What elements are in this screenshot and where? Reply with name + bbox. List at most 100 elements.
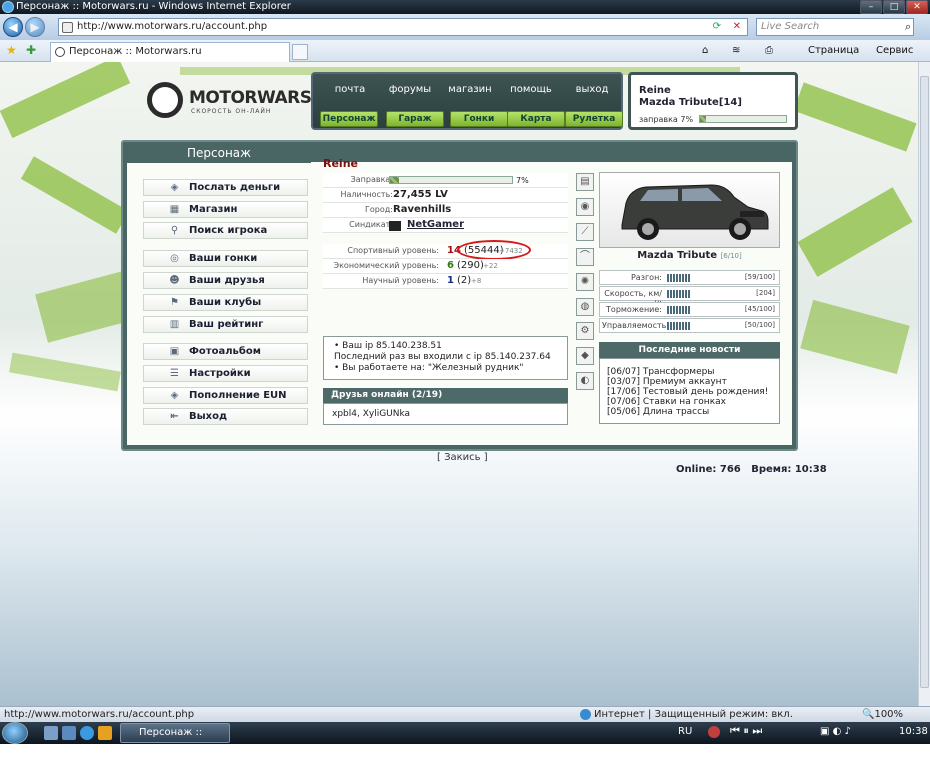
decor-splash (0, 62, 131, 139)
user-fuel-bar (699, 115, 787, 123)
spark-plug-icon[interactable]: ⟋ (576, 223, 594, 241)
minimize-button[interactable]: – (860, 0, 882, 14)
your-clubs-button[interactable]: ⚑ Ваши клубы (143, 294, 308, 311)
sport-level-row: Спортивный уровень: 14 (55444) +7432 (323, 240, 568, 260)
top-up-eun-button[interactable]: ◈ Пополнение EUN (143, 387, 308, 404)
brake-part-icon[interactable]: ◐ (576, 372, 594, 390)
user-name: Reine (639, 85, 671, 96)
print-icon[interactable]: ⎙ (765, 44, 773, 58)
search-icon[interactable]: ⌕ (905, 20, 911, 34)
econ-points: (290) (457, 260, 484, 271)
bookmark-link[interactable]: [ Закись ] (437, 452, 488, 463)
stat-value: [204] (756, 289, 775, 297)
turbo-part-icon[interactable]: ◍ (576, 298, 594, 316)
nav-character-button[interactable]: Персонаж (320, 111, 378, 127)
menu-help[interactable]: помощь (506, 84, 556, 95)
zoom-level[interactable]: 🔍100% (862, 707, 903, 722)
your-rating-button[interactable]: ▥ Ваш рейтинг (143, 316, 308, 333)
tray-network-icon[interactable]: ▣ ◐ ♪ (820, 726, 851, 737)
gearbox-part-icon[interactable]: ◆ (576, 347, 594, 365)
window-titlebar: Персонаж :: Motorwars.ru - Windows Inter… (0, 0, 930, 14)
stop-icon[interactable]: ✕ (733, 19, 741, 35)
decor-splash (20, 156, 130, 234)
your-friends-button[interactable]: ☻ Ваши друзья (143, 272, 308, 289)
stat-value: [45/100] (744, 305, 775, 313)
nav-garage-button[interactable]: Гараж (386, 111, 444, 127)
car-slot: [6/10] (720, 252, 742, 260)
fuel-bar (389, 176, 513, 184)
friends-online-list[interactable]: xpbl4, XyliGUNka (323, 403, 568, 425)
exit-icon: ⇤ (170, 411, 179, 422)
language-indicator[interactable]: RU (678, 726, 692, 737)
city-value: Ravenhills (393, 204, 452, 215)
page-menu[interactable]: Страница (808, 44, 859, 58)
media-controls-icon[interactable]: ⏮ ⏸ ⏭ (730, 724, 762, 738)
news-item[interactable]: [17/06] Тестовый день рождения! (607, 387, 779, 397)
feeds-icon[interactable]: ≋ (732, 44, 740, 58)
news-item[interactable]: [07/06] Ставки на гонках (607, 397, 779, 407)
engine-part-icon[interactable]: ⚙ (576, 322, 594, 340)
news-item[interactable]: [06/07] Трансформеры (607, 367, 779, 377)
taskbar-clock: 10:38 (899, 726, 928, 737)
user-fuel-label: заправка 7% (639, 115, 694, 124)
exhaust-part-icon[interactable]: ▤ (576, 173, 594, 191)
news-item[interactable]: [05/06] Длина трассы (607, 407, 779, 417)
shop-button[interactable]: ▦ Магазин (143, 201, 308, 218)
address-bar[interactable]: http://www.motorwars.ru/account.php ⟳ ✕ (58, 18, 748, 36)
send-money-button[interactable]: ◈ Послать деньги (143, 179, 308, 196)
news-item[interactable]: [03/07] Премиум аккаунт (607, 377, 779, 387)
your-races-button[interactable]: ◎ Ваши гонки (143, 250, 308, 267)
stat-speed: Скорость, км/ч: [204] (599, 286, 780, 307)
tray-media-icon[interactable] (708, 726, 720, 738)
tab-active[interactable]: Персонаж :: Motorwars.ru (50, 42, 290, 62)
decor-splash (35, 271, 135, 343)
wheel-rim-icon[interactable]: ✺ (576, 273, 594, 291)
nav-map-button[interactable]: Карта (507, 111, 565, 127)
media-quicklaunch-icon[interactable] (98, 726, 112, 740)
search-icon: ⚲ (170, 225, 179, 236)
syndicate-label: Синдикат: (349, 220, 393, 229)
nav-roulette-button[interactable]: Рулетка (565, 111, 623, 127)
maximize-button[interactable]: □ (883, 0, 905, 14)
new-tab-button[interactable] (292, 44, 308, 60)
scrollbar-thumb[interactable] (920, 76, 929, 688)
nav-races-button[interactable]: Гонки (450, 111, 508, 127)
show-desktop-icon[interactable] (44, 726, 58, 740)
stat-handling: Управляемость: [50/100] (599, 318, 780, 333)
suspension-part-icon[interactable]: ⌒ (576, 248, 594, 266)
menu-mail[interactable]: почта (325, 84, 375, 95)
camera-icon: ▣ (169, 346, 180, 357)
search-input[interactable]: Live Search (756, 18, 914, 36)
back-button[interactable]: ◀ (3, 17, 23, 37)
econ-level: 6 (447, 260, 454, 271)
add-favorites-icon[interactable]: ✚ (26, 43, 36, 57)
syndicate-link[interactable]: NetGamer (407, 219, 464, 230)
forward-button[interactable]: ▶ (25, 17, 45, 37)
ie-icon (2, 1, 14, 13)
find-player-button[interactable]: ⚲ Поиск игрока (143, 222, 308, 239)
logout-button[interactable]: ⇤ Выход (143, 408, 308, 425)
settings-button[interactable]: ☰ Настройки (143, 365, 308, 382)
science-delta: +8 (471, 277, 482, 285)
switch-windows-icon[interactable] (62, 726, 76, 740)
photo-album-button[interactable]: ▣ Фотоальбом (143, 343, 308, 360)
car-image[interactable] (599, 172, 780, 248)
taskbar-ie-window[interactable]: Персонаж :: Motor... (120, 723, 230, 756)
tire-part-icon[interactable]: ◉ (576, 198, 594, 216)
scrollbar[interactable] (918, 62, 930, 706)
menu-forums[interactable]: форумы (385, 84, 435, 95)
site-logo[interactable]: MOTORWARS.RU СКОРОСТЬ ОН-ЛАЙН (147, 82, 344, 122)
favorites-star-icon[interactable]: ★ (6, 43, 17, 57)
refresh-icon[interactable]: ⟳ (713, 19, 721, 35)
friends-online-header: Друзья онлайн (2/19) (323, 388, 568, 403)
menu-shop[interactable]: магазин (445, 84, 495, 95)
stat-braking: Торможение: [45/100] (599, 302, 780, 317)
start-button[interactable] (2, 722, 28, 744)
ie-quicklaunch-icon[interactable] (80, 726, 94, 740)
home-icon[interactable]: ⌂ (702, 44, 708, 58)
menu-exit[interactable]: выход (567, 84, 617, 95)
tools-menu[interactable]: Сервис (876, 44, 913, 58)
science-points: (2) (457, 275, 472, 286)
stat-label: Разгон: (630, 273, 662, 282)
close-window-button[interactable]: ✕ (906, 0, 928, 14)
